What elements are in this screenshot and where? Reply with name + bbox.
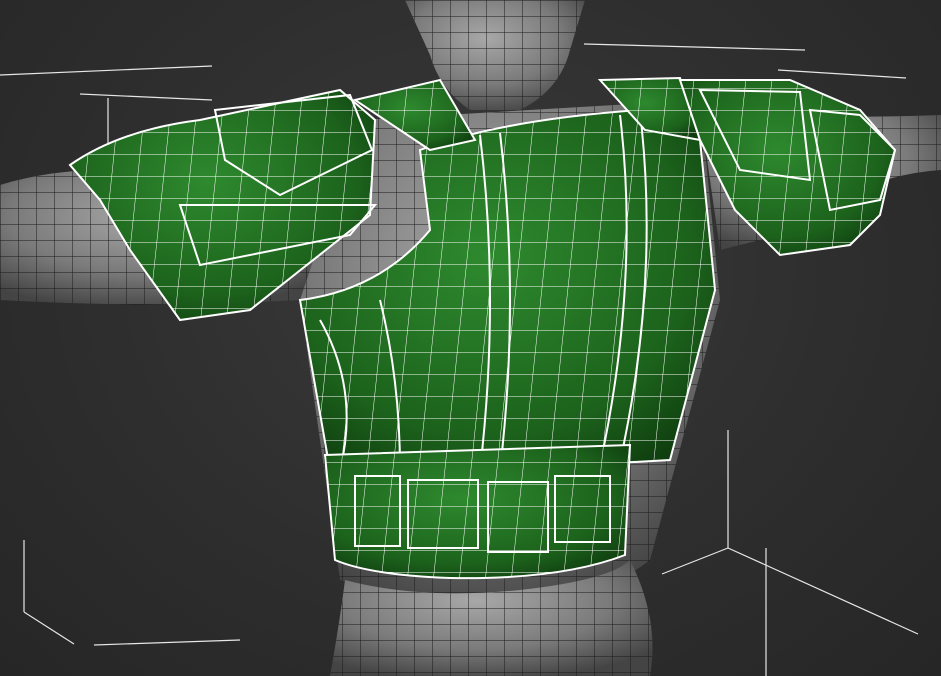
vest-belt — [323, 443, 632, 580]
scene-canvas[interactable] — [0, 0, 941, 676]
3d-viewport[interactable] — [0, 0, 941, 676]
